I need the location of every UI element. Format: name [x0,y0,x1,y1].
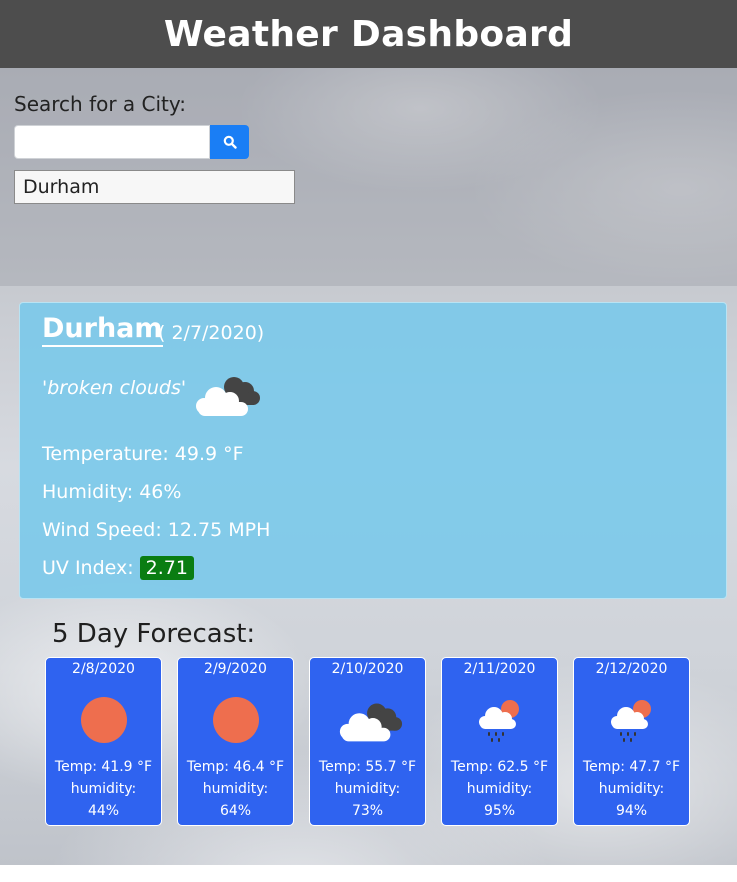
forecast-humidity: 95% [483,803,516,819]
forecast-date: 2/9/2020 [204,661,267,677]
forecast-temp: Temp: 46.4 °F [186,759,285,775]
search-input[interactable] [14,125,210,159]
forecast-card: 2/12/2020 Temp: 47.7 °F humidity: 94% [573,657,690,826]
sun-icon [213,697,259,743]
wind-speed-text: Wind Speed: 12.75 MPH [42,519,271,541]
search-button[interactable] [210,125,249,159]
broken-clouds-icon [339,703,403,742]
forecast-card: 2/8/2020 Temp: 41.9 °F humidity: 44% [45,657,162,826]
search-panel: Search for a City: Durham [0,68,737,286]
humidity-text: Humidity: 46% [42,481,182,503]
temperature-text: Temperature: 49.9 °F [42,443,244,465]
page-header: Weather Dashboard [0,0,737,68]
search-label: Search for a City: [14,92,187,116]
forecast-temp: Temp: 47.7 °F [582,759,681,775]
forecast-date: 2/8/2020 [72,661,135,677]
forecast-card: 2/10/2020 Temp: 55.7 °F humidity: 73% [309,657,426,826]
forecast-humidity-label: humidity: [466,781,533,797]
weather-description: 'broken clouds' [42,377,187,399]
forecast-humidity: 44% [87,803,120,819]
broken-clouds-icon [196,377,260,416]
forecast-card: 2/9/2020 Temp: 46.4 °F humidity: 64% [177,657,294,826]
forecast-humidity: 73% [351,803,384,819]
uv-index-badge: 2.71 [139,556,194,580]
forecast-humidity-label: humidity: [598,781,665,797]
forecast-date: 2/12/2020 [595,661,668,677]
forecast-card: 2/11/2020 Temp: 62.5 °F humidity: 95% [441,657,558,826]
forecast-humidity: 64% [219,803,252,819]
forecast-humidity-label: humidity: [334,781,401,797]
sun-icon [81,697,127,743]
uv-index-row: UV Index: 2.71 [42,556,194,580]
current-city: Durham [42,313,163,347]
page-title: Weather Dashboard [163,13,574,55]
uv-index-label: UV Index: [42,557,134,579]
search-icon [223,135,237,149]
footer-strip [0,865,737,882]
forecast-temp: Temp: 55.7 °F [318,759,417,775]
forecast-temp: Temp: 41.9 °F [54,759,153,775]
rain-sun-icon [479,700,519,742]
forecast-temp: Temp: 62.5 °F [450,759,549,775]
forecast-date: 2/11/2020 [463,661,536,677]
forecast-humidity: 94% [615,803,648,819]
forecast-title: 5 Day Forecast: [52,619,256,649]
forecast-humidity-label: humidity: [202,781,269,797]
current-weather-panel: Durham ( 2/7/2020) 'broken clouds' Tempe… [19,302,727,599]
rain-sun-icon [611,700,651,742]
history-item-durham[interactable]: Durham [14,170,295,204]
forecast-humidity-label: humidity: [70,781,137,797]
current-date: ( 2/7/2020) [158,322,265,344]
forecast-date: 2/10/2020 [331,661,404,677]
